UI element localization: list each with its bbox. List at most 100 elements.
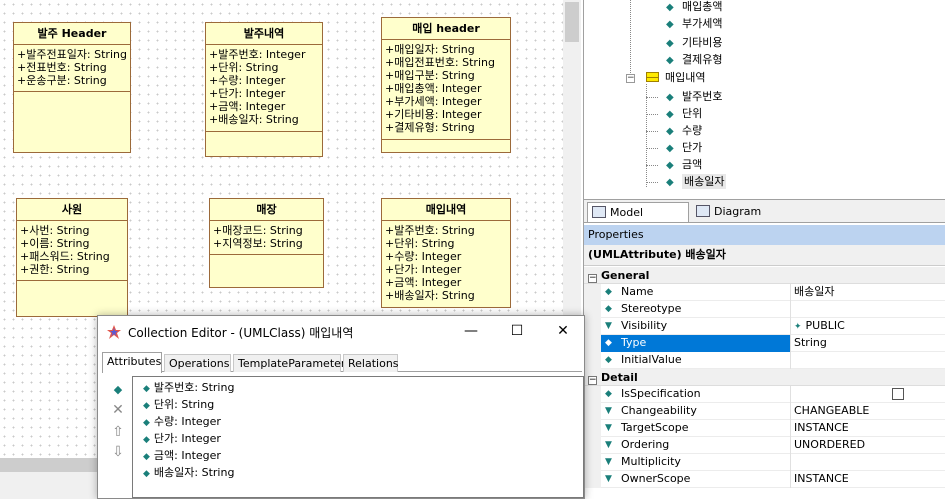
- public-visibility-icon: ✦: [794, 322, 802, 332]
- dropdown-icon: ▼: [605, 423, 612, 433]
- tree-item-attribute[interactable]: ◆ 부가세액: [666, 15, 722, 32]
- tree-item-attribute[interactable]: ◆ 발주번호: [666, 88, 722, 105]
- collapse-icon[interactable]: −: [588, 274, 597, 283]
- attribute: +매입전표번호: String: [385, 56, 495, 69]
- attribute: +발주번호: String: [385, 224, 475, 237]
- tree-item-class[interactable]: 매입내역: [646, 69, 705, 86]
- attribute-icon: ◆: [143, 384, 150, 394]
- tab-attributes[interactable]: Attributes: [102, 352, 162, 373]
- tree-item-attribute[interactable]: ◆ 금액: [666, 156, 702, 173]
- tree-item-attribute[interactable]: ◆ 기타비용: [666, 34, 722, 51]
- attribute: +부가세액: Integer: [385, 95, 482, 108]
- attribute-icon: ◆: [666, 143, 674, 154]
- property-icon: ◆: [605, 287, 612, 297]
- uml-class-purchase-header[interactable]: 매입 header +매입일자: String +매입전표번호: String …: [381, 17, 511, 153]
- property-isspecification[interactable]: ◆ IsSpecification: [584, 386, 945, 403]
- class-title: 매입내역: [382, 199, 510, 221]
- uml-class-order-detail[interactable]: 발주내역 +발주번호: Integer +단위: String +수량: Int…: [205, 22, 323, 157]
- property-visibility[interactable]: ▼ Visibility ✦ PUBLIC: [584, 318, 945, 335]
- tab-relations[interactable]: Relations: [343, 354, 399, 372]
- close-button[interactable]: ✕: [540, 316, 586, 348]
- tab-operations[interactable]: Operations: [164, 354, 231, 372]
- model-explorer-icon: [592, 206, 606, 218]
- attribute: +결제유형: String: [385, 121, 475, 134]
- move-up-icon[interactable]: ⇧: [110, 424, 126, 440]
- list-item[interactable]: ◆ 배송일자: String: [133, 464, 583, 481]
- scrollbar-thumb[interactable]: [565, 2, 579, 42]
- dialog-titlebar[interactable]: Collection Editor - (UMLClass) 매입내역 — ☐ …: [98, 316, 584, 348]
- delete-icon[interactable]: ✕: [110, 402, 126, 418]
- dialog-toolbar: ◆ ✕ ⇧ ⇩: [104, 374, 130, 498]
- tree-item-attribute-selected[interactable]: ◆ 배송일자: [666, 173, 727, 190]
- list-item[interactable]: ◆ 단위: String: [133, 396, 583, 413]
- list-item[interactable]: ◆ 발주번호: String: [133, 379, 583, 396]
- minimize-button[interactable]: —: [448, 316, 494, 348]
- attribute-icon: ◆: [143, 469, 150, 479]
- tab-templateparameters[interactable]: TemplateParameters: [233, 354, 351, 372]
- dropdown-icon: ▼: [605, 406, 612, 416]
- maximize-button[interactable]: ☐: [494, 316, 540, 348]
- tree-item-attribute[interactable]: ◆ 결제유형: [666, 51, 722, 68]
- tree-item-attribute[interactable]: ◆ 단위: [666, 105, 702, 122]
- property-type[interactable]: ◆ Type String: [584, 335, 945, 352]
- tree-item-attribute[interactable]: ◆ 단가: [666, 139, 702, 156]
- attribute: +운송구분: String: [17, 74, 107, 87]
- uml-class-employee[interactable]: 사원 +사번: String +이름: String +패스워드: String…: [16, 198, 128, 317]
- property-ordering[interactable]: ▼ Ordering UNORDERED: [584, 437, 945, 454]
- section-general[interactable]: − General: [584, 267, 945, 284]
- add-attribute-icon[interactable]: ◆: [110, 382, 126, 398]
- model-tree[interactable]: ◆ 매입총액 ◆ 부가세액 ◆ 기타비용 ◆ 결제유형 − 매입내역 ◆ 발주번호 ◆ 단위…: [584, 0, 945, 198]
- property-multiplicity[interactable]: ▼ Multiplicity: [584, 454, 945, 471]
- property-stereotype[interactable]: ◆ Stereotype: [584, 301, 945, 318]
- attribute: +매입일자: String: [385, 43, 475, 56]
- attribute-icon: ◆: [666, 109, 674, 120]
- property-targetscope[interactable]: ▼ TargetScope INSTANCE: [584, 420, 945, 437]
- attribute: +금액: Integer: [209, 100, 286, 113]
- property-icon: ◆: [605, 355, 612, 365]
- property-name[interactable]: ◆ Name 배송일자: [584, 284, 945, 301]
- properties-header: Properties: [584, 225, 945, 245]
- tree-item-attribute[interactable]: ◆ 매입총액: [666, 0, 722, 15]
- attribute-icon: ◆: [143, 401, 150, 411]
- class-title: 매장: [210, 199, 323, 221]
- property-initialvalue[interactable]: ◆ InitialValue: [584, 352, 945, 369]
- attribute-icon: ◆: [666, 92, 674, 103]
- attribute: +발주번호: Integer: [209, 48, 306, 61]
- class-attributes: +매장코드: String +지역정보: String: [210, 221, 323, 255]
- class-title: 발주내역: [206, 23, 322, 45]
- section-detail[interactable]: − Detail: [584, 369, 945, 386]
- attribute-icon: ◆: [666, 55, 674, 66]
- collapse-toggle-icon[interactable]: −: [626, 74, 635, 83]
- tab-model-explorer[interactable]: Model Explorer: [587, 202, 689, 238]
- attribute: +단가: Integer: [209, 87, 286, 100]
- list-item[interactable]: ◆ 수량: Integer: [133, 413, 583, 430]
- tab-diagram-explorer[interactable]: Diagram Explorer: [692, 202, 808, 237]
- dropdown-icon: ▼: [605, 321, 612, 331]
- attribute: +단위: String: [209, 61, 279, 74]
- attribute: +패스워드: String: [20, 250, 110, 263]
- canvas-horizontal-scrollbar[interactable]: [0, 458, 100, 472]
- attribute-icon: ◆: [143, 452, 150, 462]
- uml-class-order-header[interactable]: 발주 Header +발주전표일자: String +전표번호: String …: [13, 22, 131, 153]
- move-down-icon[interactable]: ⇩: [110, 444, 126, 460]
- property-ownerscope[interactable]: ▼ OwnerScope INSTANCE: [584, 471, 945, 488]
- class-title: 발주 Header: [14, 23, 130, 45]
- property-icon: ◆: [605, 304, 612, 314]
- attributes-list[interactable]: ◆ 발주번호: String ◆ 단위: String ◆ 수량: Integer ◆…: [132, 376, 584, 498]
- uml-class-purchase-detail[interactable]: 매입내역 +발주번호: String +단위: String +수량: Inte…: [381, 198, 511, 308]
- isspecification-checkbox[interactable]: [892, 388, 904, 400]
- collection-editor-dialog: Collection Editor - (UMLClass) 매입내역 — ☐ …: [97, 315, 585, 499]
- attribute-icon: ◆: [666, 126, 674, 137]
- collapse-icon[interactable]: −: [588, 376, 597, 385]
- list-item[interactable]: ◆ 단가: Integer: [133, 430, 583, 447]
- attribute: +발주전표일자: String: [17, 48, 127, 61]
- attribute: +배송일자: String: [209, 113, 299, 126]
- class-attributes: +발주번호: Integer +단위: String +수량: Integer …: [206, 45, 322, 132]
- uml-class-store[interactable]: 매장 +매장코드: String +지역정보: String: [209, 198, 324, 288]
- attribute: +전표번호: String: [17, 61, 107, 74]
- tree-item-attribute[interactable]: ◆ 수량: [666, 122, 702, 139]
- property-changeability[interactable]: ▼ Changeability CHANGEABLE: [584, 403, 945, 420]
- list-item[interactable]: ◆ 금액: Integer: [133, 447, 583, 464]
- attribute: +사번: String: [20, 224, 90, 237]
- class-attributes: +사번: String +이름: String +패스워드: String +권…: [17, 221, 127, 281]
